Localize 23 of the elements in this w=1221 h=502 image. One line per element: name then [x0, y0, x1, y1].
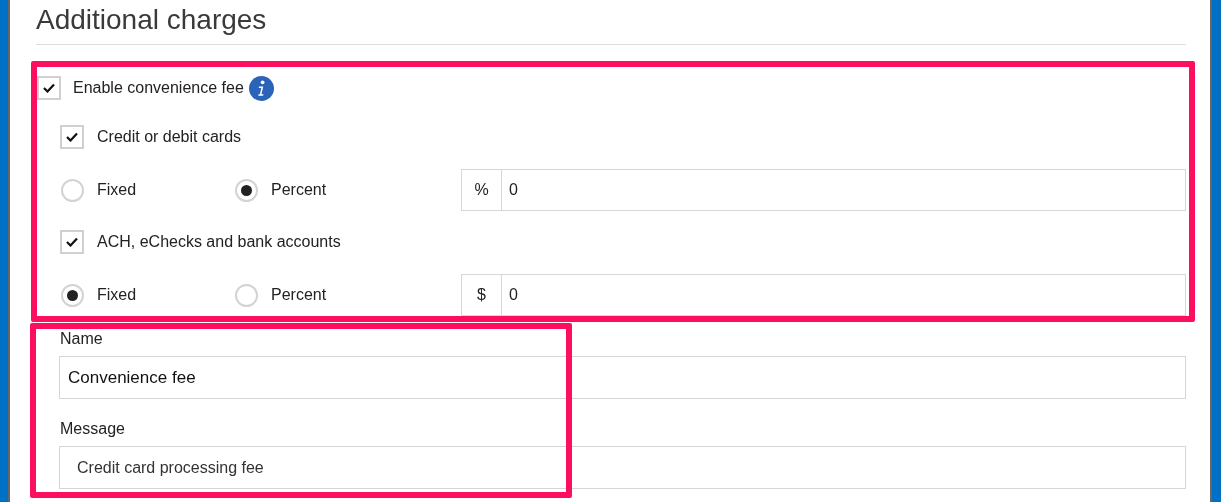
check-icon: [66, 132, 78, 142]
radio-button[interactable]: [61, 283, 84, 307]
radio-label: Fixed: [97, 286, 137, 304]
checkbox-label: ACH, eChecks and bank accounts: [97, 233, 341, 251]
checkbox-label: Credit or debit cards: [97, 128, 242, 146]
radio-label: Percent: [271, 181, 327, 199]
radio-button[interactable]: [235, 178, 258, 202]
field-label: Message: [59, 420, 125, 439]
info-icon[interactable]: [248, 75, 274, 101]
checkbox-label: Enable convenience fee: [73, 79, 244, 97]
check-icon: [66, 237, 78, 247]
radio-label: Percent: [271, 286, 327, 304]
checkbox[interactable]: [60, 125, 84, 149]
section-title: Additional charges: [36, 3, 267, 37]
field-label: Name: [59, 330, 103, 349]
name-field[interactable]: Convenience fee: [59, 356, 1186, 399]
radio-button[interactable]: [61, 178, 84, 202]
radio-button[interactable]: [235, 283, 258, 307]
checkbox[interactable]: [37, 76, 61, 100]
check-icon: [43, 83, 55, 93]
checkbox[interactable]: [60, 230, 84, 254]
radio-label: Fixed: [97, 181, 137, 199]
message-field[interactable]: Credit card processing fee: [59, 446, 1186, 489]
